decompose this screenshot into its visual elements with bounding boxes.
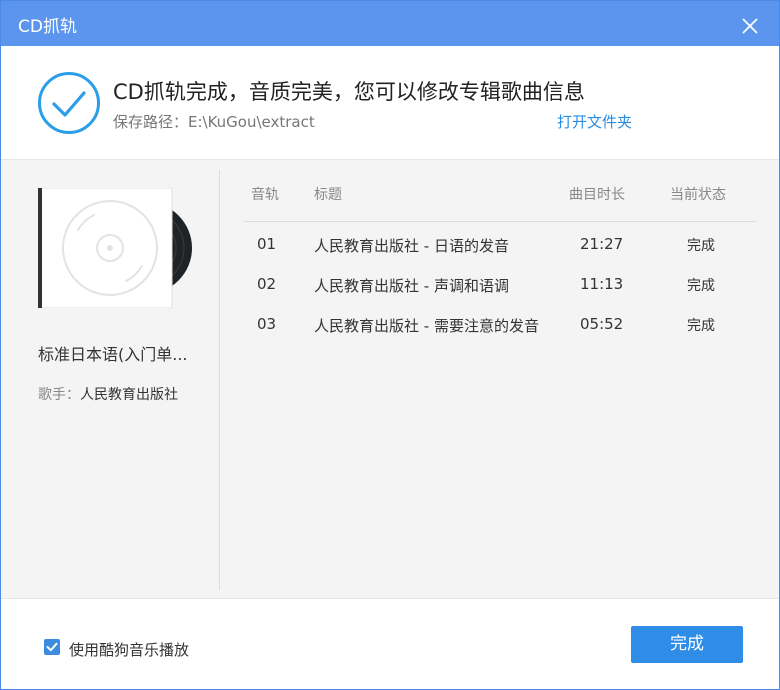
track-row[interactable]: 02 人民教育出版社 - 声调和语调 11:13 完成 — [244, 275, 756, 315]
column-header-duration: 曲目时长 — [569, 187, 625, 203]
track-status: 完成 — [687, 318, 715, 334]
header-divider — [244, 221, 756, 222]
track-duration: 05:52 — [580, 315, 624, 333]
track-title[interactable]: 人民教育出版社 - 日语的发音 — [314, 235, 509, 256]
cd-disc-icon — [38, 188, 192, 308]
track-status: 完成 — [687, 238, 715, 254]
track-row[interactable]: 01 人民教育出版社 - 日语的发音 21:27 完成 — [244, 235, 756, 275]
track-duration: 21:27 — [580, 235, 624, 253]
column-header-track: 音轨 — [251, 187, 279, 203]
track-number: 03 — [257, 315, 277, 333]
done-button[interactable]: 完成 — [631, 626, 743, 663]
track-number: 02 — [257, 275, 277, 293]
result-header: CD抓轨完成，音质完美，您可以修改专辑歌曲信息 保存路径：E:\KuGou\ex… — [1, 46, 779, 159]
artist-row: 歌手：人民教育出版社 — [38, 384, 178, 404]
track-title[interactable]: 人民教育出版社 - 需要注意的发音 — [314, 315, 539, 336]
track-row[interactable]: 03 人民教育出版社 - 需要注意的发音 05:52 完成 — [244, 315, 756, 355]
column-header-status: 当前状态 — [670, 187, 726, 203]
panel-divider — [219, 170, 220, 590]
use-player-label[interactable]: 使用酷狗音乐播放 — [69, 639, 189, 660]
checkmark-icon — [46, 642, 58, 652]
album-title: 标准日本语(入门单... — [38, 345, 188, 364]
artist-name: 人民教育出版社 — [80, 387, 178, 403]
column-header-title: 标题 — [314, 187, 342, 203]
success-headline: CD抓轨完成，音质完美，您可以修改专辑歌曲信息 — [113, 80, 585, 104]
title-bar: CD抓轨 — [1, 1, 779, 46]
track-number: 01 — [257, 235, 277, 253]
track-duration: 11:13 — [580, 275, 624, 293]
track-status: 完成 — [687, 278, 715, 294]
save-path: 保存路径：E:\KuGou\extract — [113, 113, 315, 131]
open-folder-link[interactable]: 打开文件夹 — [557, 111, 632, 132]
content-area: 标准日本语(入门单... 歌手：人民教育出版社 音轨 标题 曲目时长 当前状态 … — [1, 159, 779, 600]
footer: 使用酷狗音乐播放 完成 — [1, 599, 779, 689]
cd-rip-dialog: CD抓轨 CD抓轨完成，音质完美，您可以修改专辑歌曲信息 保存路径：E:\KuG… — [0, 0, 780, 690]
use-player-checkbox[interactable] — [44, 639, 60, 655]
check-circle-icon — [38, 72, 100, 134]
artist-label: 歌手： — [38, 387, 80, 403]
window-title: CD抓轨 — [18, 17, 77, 37]
track-title[interactable]: 人民教育出版社 - 声调和语调 — [314, 275, 509, 296]
album-panel: 标准日本语(入门单... 歌手：人民教育出版社 — [1, 160, 219, 600]
close-icon[interactable] — [739, 15, 761, 37]
